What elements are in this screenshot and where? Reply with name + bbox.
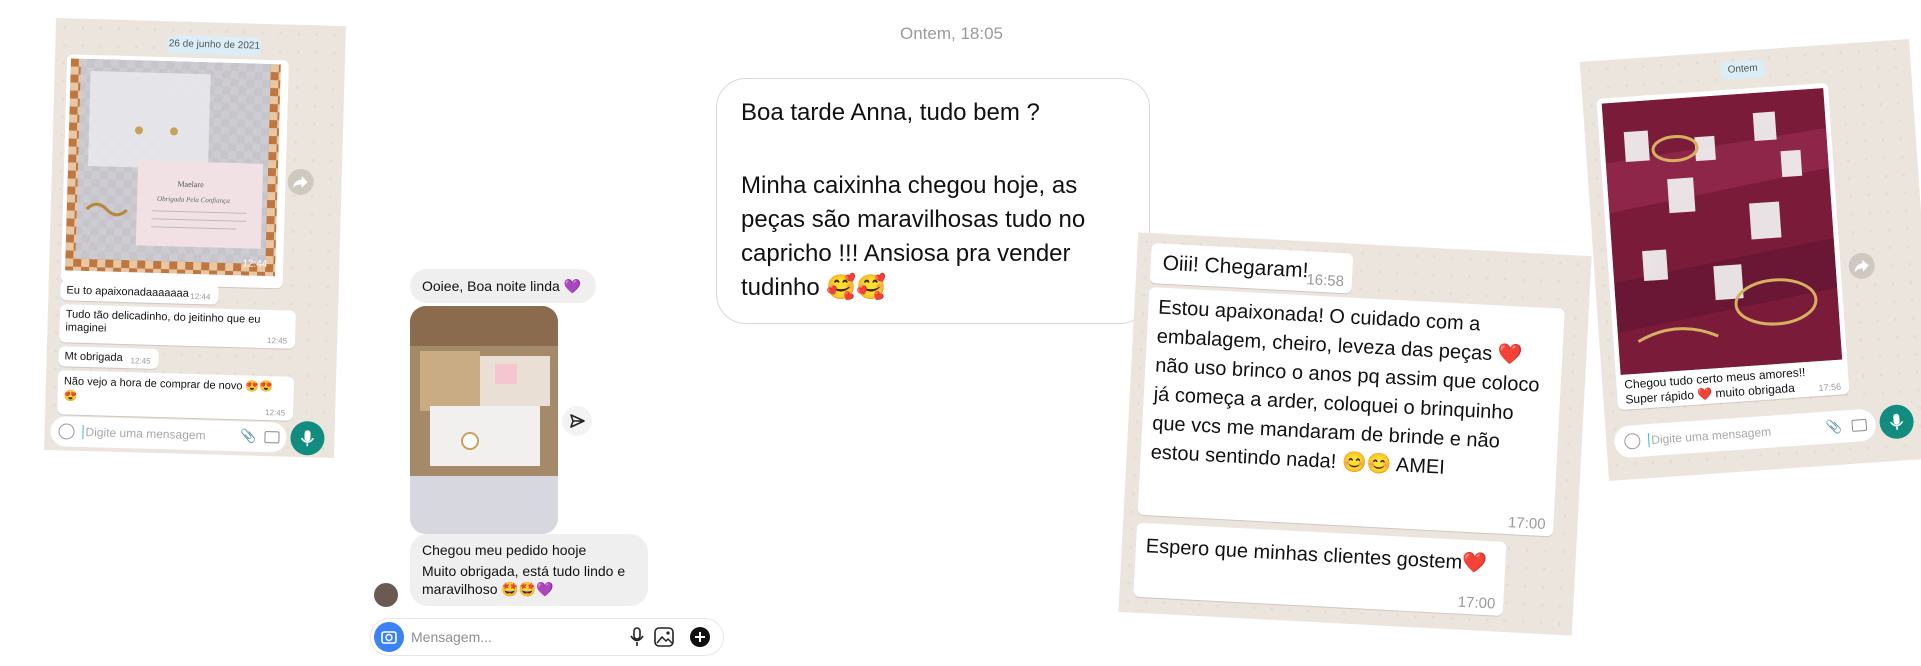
camera-icon[interactable] — [374, 622, 404, 652]
mic-icon — [1890, 413, 1904, 430]
message-bubble: Espero que minhas clientes gostem❤️ 17:0… — [1133, 522, 1507, 616]
message-time: 12:45 — [267, 336, 288, 346]
camera-icon[interactable] — [264, 431, 280, 444]
emoji-icon[interactable] — [58, 423, 75, 440]
avatar[interactable] — [374, 583, 398, 607]
message-bubble: Ooiee, Boa noite linda 💜 — [410, 269, 596, 303]
message-text: Oiii! Chegaram! — [1162, 251, 1309, 283]
message-bubble: Estou apaixonada! O cuidado com a embala… — [1137, 287, 1565, 537]
message-time: 16:58 — [1306, 271, 1345, 291]
message-bubble: Mt obrigada 12:45 — [58, 346, 159, 370]
message-input-bar[interactable]: Digite uma mensagem 📎 — [1613, 408, 1877, 459]
photo-time: 12:44 — [242, 258, 268, 271]
package-photo-art — [410, 306, 558, 534]
gallery-icon[interactable] — [653, 626, 675, 648]
message-time: 12:45 — [130, 356, 151, 366]
message-input[interactable]: Digite uma mensagem — [82, 424, 206, 443]
mic-button[interactable] — [289, 420, 325, 456]
timestamp: Ontem, 18:05 — [900, 24, 1004, 43]
camera-icon[interactable] — [1851, 418, 1868, 432]
jewelry-photo-art: Maelare Obrigada Pela Confiança — [65, 58, 281, 277]
message-input[interactable]: Digite uma mensagem — [1647, 424, 1772, 448]
whatsapp-card-5: Ontem Chegou tudo certo meus amores!! Su… — [1579, 39, 1921, 481]
mic-button[interactable] — [1878, 403, 1915, 440]
message-bubble: Boa tarde Anna, tudo bem ? Minha caixinh… — [716, 78, 1150, 324]
message-text: Tudo tão delicadinho, do jeitinho que eu… — [65, 308, 261, 335]
message-text: Minha caixinha chegou hoje, as peças são… — [741, 172, 1086, 301]
photo-message[interactable]: Maelare Obrigada Pela Confiança 12:44 — [60, 54, 289, 289]
message-bubble: Não vejo a hora de comprar de novo 😍😍😍 1… — [57, 370, 295, 421]
photo-message[interactable]: Chegou tudo certo meus amores!! Super rá… — [1596, 82, 1850, 411]
message-bubble: Chegou meu pedido hooje Muito obrigada, … — [410, 534, 648, 606]
message-time: 12:45 — [264, 408, 286, 418]
message-time: 17:00 — [1457, 593, 1496, 613]
instagram-card: Ooiee, Boa noite linda 💜 Chegou meu pedi… — [370, 266, 724, 660]
message-text: Espero que minhas clientes gostem❤️ — [1145, 535, 1488, 576]
message-time: 17:00 — [1507, 514, 1546, 534]
message-input-bar[interactable]: Digite uma mensagem 📎 — [50, 416, 287, 453]
jewelry-photo[interactable]: Maelare Obrigada Pela Confiança 12:44 — [65, 58, 281, 277]
send-icon[interactable] — [562, 406, 592, 436]
jewelry-photo-art — [1601, 88, 1843, 375]
attach-icon[interactable]: 📎 — [1825, 419, 1842, 436]
whatsapp-card-1: 26 de junho de 2021 Maelare Obrigada Pel… — [44, 18, 346, 458]
message-text: Muito obrigada, está tudo lindo e maravi… — [422, 563, 626, 597]
forward-icon[interactable] — [287, 168, 314, 196]
date-chip: 26 de junho de 2021 — [167, 35, 262, 56]
message-bubble: Tudo tão delicadinho, do jeitinho que eu… — [59, 304, 297, 349]
message-text: Não vejo a hora de comprar de novo 😍😍😍 — [63, 375, 274, 403]
mic-icon[interactable] — [627, 626, 647, 648]
message-input-bar[interactable]: Mensagem... — [370, 618, 724, 656]
message-text: Boa tarde Anna, tudo bem ? — [741, 99, 1040, 126]
forward-icon[interactable] — [1847, 251, 1876, 280]
message-time: 12:44 — [190, 291, 211, 302]
message-text: Estou apaixonada! O cuidado com a embala… — [1150, 296, 1541, 479]
message-text: Mt obrigada — [64, 350, 123, 365]
message-text: Eu to apaixonadaaaaaaa — [66, 284, 189, 300]
attach-icon[interactable]: 📎 — [240, 428, 257, 444]
message-time: 17:56 — [1818, 381, 1842, 394]
message-text: Ooiee, Boa noite linda 💜 — [422, 278, 582, 294]
emoji-icon[interactable] — [1623, 432, 1641, 450]
date-chip: Ontem — [1720, 59, 1766, 81]
whatsapp-card-4: Oiii! Chegaram! 16:58 Estou apaixonada! … — [1118, 232, 1592, 636]
message-input[interactable]: Mensagem... — [411, 629, 492, 645]
package-photo[interactable] — [410, 306, 558, 534]
plus-icon[interactable] — [689, 626, 711, 648]
message-bubble: Oiii! Chegaram! 16:58 — [1149, 243, 1354, 294]
mic-icon — [300, 430, 315, 447]
card-brand: Maelare — [177, 179, 204, 189]
message-bubble: Eu to apaixonadaaaaaaa 12:44 — [60, 280, 219, 305]
message-text: Chegou meu pedido hooje — [422, 542, 587, 558]
jewelry-photo[interactable] — [1601, 88, 1843, 375]
